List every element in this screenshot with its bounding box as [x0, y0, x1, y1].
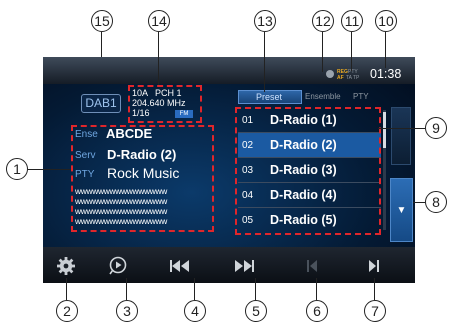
settings-button[interactable] — [55, 256, 77, 276]
callout-6: 6 — [306, 300, 328, 322]
tp-indicator: TP — [353, 75, 360, 81]
leader-line — [66, 278, 67, 300]
leader-line — [316, 278, 317, 300]
leader-line — [28, 169, 71, 170]
callout-11: 11 — [341, 10, 363, 32]
leader-line — [385, 32, 386, 68]
callout-14: 14 — [148, 10, 170, 32]
clock: 01:38 — [370, 67, 402, 81]
step-back-icon — [307, 260, 317, 272]
callout-5: 5 — [245, 300, 267, 322]
leader-line — [194, 278, 195, 300]
scan-button[interactable] — [107, 256, 129, 276]
tab-pty[interactable]: PTY — [353, 92, 369, 101]
control-bar — [43, 247, 415, 283]
callout-12: 12 — [312, 10, 334, 32]
scrollbar-thumb[interactable] — [383, 112, 386, 148]
leader-line — [351, 32, 352, 71]
info-panel-highlight — [71, 125, 214, 232]
scan-icon — [109, 256, 127, 275]
leader-line — [255, 278, 256, 300]
callout-4: 4 — [184, 300, 206, 322]
ta-indicator: TA — [346, 75, 353, 81]
leader-line — [264, 32, 265, 92]
leader-line — [413, 202, 425, 203]
leader-line — [322, 32, 323, 72]
previous-channel-button[interactable] — [301, 256, 323, 276]
signal-icon — [326, 70, 334, 78]
band-label[interactable]: DAB1 — [81, 94, 121, 113]
callout-3: 3 — [116, 300, 138, 322]
callout-9: 9 — [425, 117, 447, 139]
previous-button[interactable] — [169, 256, 191, 276]
callout-10: 10 — [375, 10, 397, 32]
skip-back-icon — [170, 260, 189, 272]
tab-ensemble[interactable]: Ensemble — [305, 92, 341, 101]
scroll-up-button[interactable] — [391, 107, 411, 165]
leader-line — [158, 32, 159, 85]
scroll-down-button[interactable]: ▼ — [390, 178, 413, 242]
af-indicator: AF — [337, 75, 344, 81]
leader-line — [378, 128, 425, 129]
gear-icon — [57, 257, 75, 275]
leader-line — [374, 278, 375, 300]
chevron-down-icon: ▼ — [396, 204, 407, 216]
next-channel-button[interactable] — [363, 256, 385, 276]
radio-screen: REG PTY AF TA TP 01:38 DAB1 10A PCH 1 20… — [43, 57, 415, 283]
channel-info-highlight — [128, 85, 202, 123]
callout-1: 1 — [6, 158, 28, 180]
preset-list-highlight — [235, 107, 381, 235]
callout-15: 15 — [91, 10, 113, 32]
leader-line — [101, 32, 102, 57]
leader-line — [126, 278, 127, 300]
next-button[interactable] — [233, 256, 255, 276]
skip-forward-icon — [235, 260, 254, 272]
callout-13: 13 — [254, 10, 276, 32]
callout-8: 8 — [425, 191, 447, 213]
callout-7: 7 — [364, 300, 386, 322]
step-forward-icon — [369, 260, 379, 272]
tab-preset-label: Preset — [256, 92, 283, 102]
callout-2: 2 — [56, 300, 78, 322]
